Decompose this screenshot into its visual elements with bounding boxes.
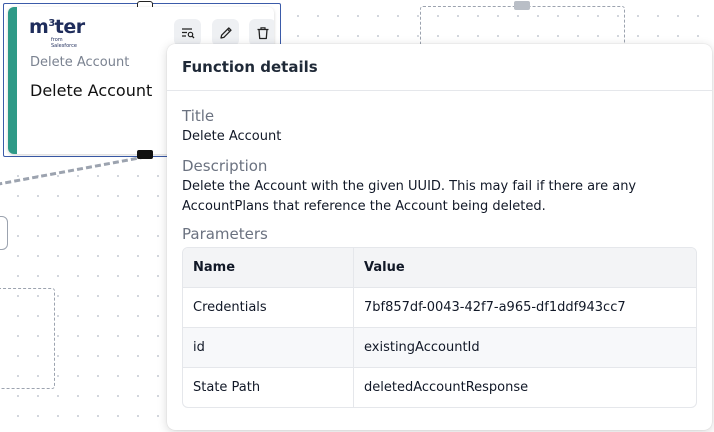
description-label: Description: [182, 157, 268, 175]
node-subtitle: Delete Account: [30, 55, 130, 70]
column-header-value: Value: [354, 248, 696, 288]
param-value-cell: deletedAccountResponse: [364, 380, 529, 395]
node-output-handle[interactable]: [137, 150, 153, 159]
node-connection-port[interactable]: [514, 1, 530, 10]
trash-icon: [257, 26, 268, 39]
view-details-button[interactable]: [174, 19, 201, 46]
column-header-name: Name: [183, 248, 354, 288]
canvas-node-stub[interactable]: [0, 216, 8, 250]
panel-title: Function details: [182, 58, 318, 76]
param-value-cell: existingAccountId: [354, 328, 696, 368]
title-value: Delete Account: [182, 129, 282, 144]
connection-edge: [0, 155, 147, 186]
node-accent-stripe: [8, 7, 17, 154]
table-row: Credentials 7bf857df-0043-42f7-a965-df1d…: [183, 288, 696, 328]
param-name-cell: State Path: [183, 368, 354, 407]
delete-button[interactable]: [249, 19, 274, 46]
panel-body: Title Delete Account Description Delete …: [167, 91, 712, 408]
param-value-cell: 7bf857df-0043-42f7-a965-df1ddf943cc7: [354, 288, 696, 328]
function-details-panel: Function details Title Delete Account De…: [167, 44, 712, 430]
edit-button[interactable]: [212, 19, 239, 46]
details-list-icon: [181, 27, 194, 38]
table-row: id existingAccountId: [183, 328, 696, 368]
param-name-cell: Credentials: [183, 288, 354, 328]
parameters-label: Parameters: [182, 225, 268, 243]
description-value: Delete the Account with the given UUID. …: [182, 179, 637, 214]
param-name-cell: id: [183, 328, 354, 368]
title-label: Title: [182, 107, 215, 125]
parameters-table: Name Value Credentials 7bf857df-0043-42f…: [182, 247, 697, 408]
m3ter-logo: m3ter from Salesforce: [29, 16, 85, 49]
canvas-node-placeholder[interactable]: [0, 288, 55, 389]
table-header-row: Name Value: [183, 248, 696, 288]
pencil-icon: [219, 26, 232, 39]
table-row: State Path deletedAccountResponse: [183, 368, 696, 407]
node-title: Delete Account: [30, 81, 153, 100]
panel-header: Function details: [167, 44, 712, 91]
